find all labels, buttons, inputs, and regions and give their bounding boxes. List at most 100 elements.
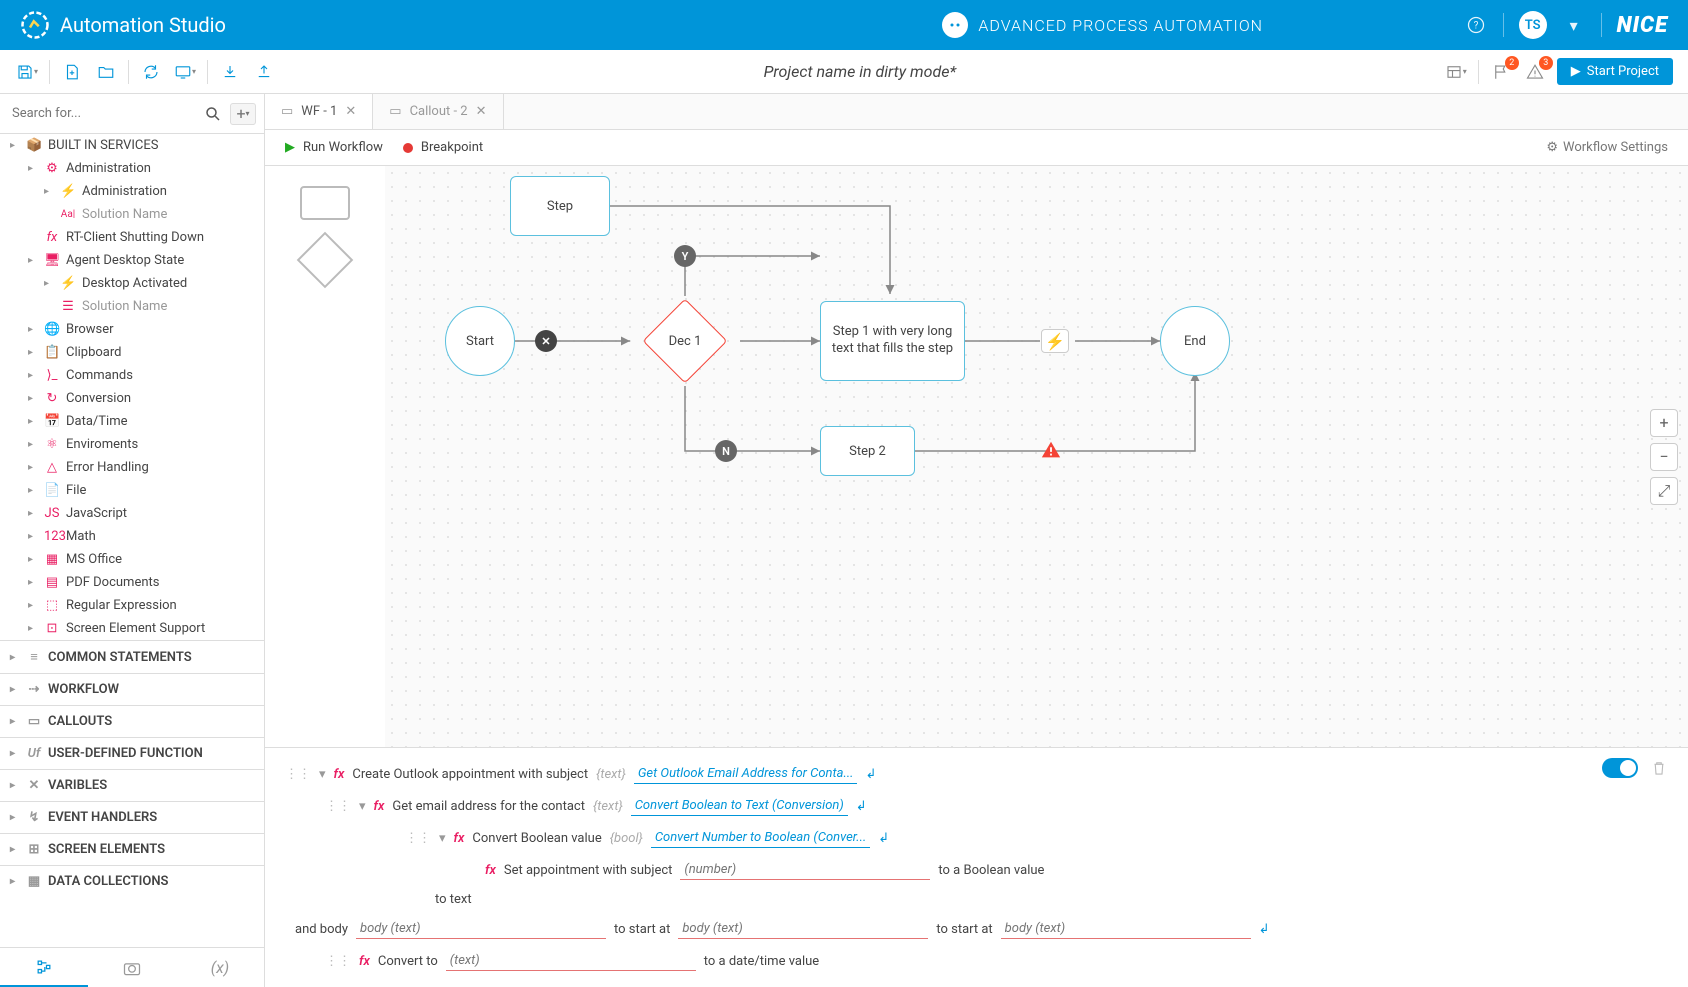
layout-icon[interactable]: ▾: [1444, 60, 1468, 84]
sidebar-tab-variable-icon[interactable]: (x): [176, 948, 264, 987]
zoom-out-button[interactable]: −: [1650, 443, 1678, 471]
tree-rt-client[interactable]: fxRT-Client Shutting Down: [0, 226, 264, 249]
tab-callout-2[interactable]: ▭ Callout - 2 ✕: [373, 94, 503, 129]
expr-link[interactable]: Convert Boolean to Text (Conversion): [631, 796, 848, 816]
node-dec-1[interactable]: Dec 1: [640, 296, 730, 386]
tree-workflow[interactable]: ▸⇢WORKFLOW: [0, 673, 264, 705]
tree-udf[interactable]: ▸UfUSER-DEFINED FUNCTION: [0, 737, 264, 769]
tree-solution-name-2[interactable]: ☰Solution Name: [0, 295, 264, 318]
palette-rect-shape[interactable]: [300, 186, 350, 220]
tree-solution-name[interactable]: Aa|Solution Name: [0, 203, 264, 226]
flag-icon[interactable]: [1489, 60, 1513, 84]
return-icon[interactable]: ↲: [878, 831, 889, 846]
user-avatar[interactable]: TS: [1519, 11, 1547, 39]
expr-link[interactable]: Get Outlook Email Address for Conta...: [634, 764, 858, 784]
project-name: Project name in dirty mode*: [276, 62, 1444, 81]
start-project-button[interactable]: ▶Start Project: [1557, 58, 1673, 85]
breakpoint-button[interactable]: Breakpoint: [403, 140, 483, 155]
tree-pdf[interactable]: ▸▤PDF Documents: [0, 571, 264, 594]
upload-icon[interactable]: [252, 60, 276, 84]
tree-event-handlers[interactable]: ▸↯EVENT HANDLERS: [0, 801, 264, 833]
tree-ms-office[interactable]: ▸▦MS Office: [0, 548, 264, 571]
node-bolt-icon[interactable]: ⚡: [1041, 329, 1069, 353]
tree-javascript[interactable]: ▸JSJavaScript: [0, 502, 264, 525]
tree-error-handling[interactable]: ▸△Error Handling: [0, 456, 264, 479]
document-tabs: ▭ WF - 1 ✕ ▭ Callout - 2 ✕: [265, 94, 1688, 130]
alert-icon[interactable]: [1523, 60, 1547, 84]
tab-wf-1[interactable]: ▭ WF - 1 ✕: [265, 94, 373, 129]
main-toolbar: ▾ ▾ Project name in dirty mode* ▾ ▶Start…: [0, 50, 1688, 94]
return-icon[interactable]: ↲: [865, 767, 876, 782]
expand-icon[interactable]: ▾: [359, 799, 366, 814]
close-icon[interactable]: ✕: [476, 104, 487, 119]
folder-icon[interactable]: [94, 60, 118, 84]
tree-administration[interactable]: ▸⚙Administration: [0, 157, 264, 180]
tree-math[interactable]: ▸123Math: [0, 525, 264, 548]
app-header: Automation Studio ADVANCED PROCESS AUTOM…: [0, 0, 1688, 50]
node-start[interactable]: Start: [445, 306, 515, 376]
fullscreen-button[interactable]: ⤢: [1650, 477, 1678, 505]
refresh-icon[interactable]: [139, 60, 163, 84]
help-icon[interactable]: ?: [1464, 13, 1488, 37]
tree-administration-child[interactable]: ▸⚡Administration: [0, 180, 264, 203]
drag-handle-icon[interactable]: ⋮⋮: [285, 767, 311, 782]
delete-icon[interactable]: [1650, 759, 1668, 777]
node-step-1[interactable]: Step 1 with very long text that fills th…: [820, 301, 965, 381]
tree-screen-element-support[interactable]: ▸⊡Screen Element Support: [0, 617, 264, 640]
tree-datetime[interactable]: ▸📅Data/Time: [0, 410, 264, 433]
window-icon: ▭: [281, 104, 293, 119]
tree-common-statements[interactable]: ▸≡COMMON STATEMENTS: [0, 640, 264, 673]
tree-variables[interactable]: ▸✕VARIBLES: [0, 769, 264, 801]
search-input[interactable]: [8, 102, 196, 125]
tree-commands[interactable]: ▸⟩_Commands: [0, 364, 264, 387]
expand-icon[interactable]: ▾: [439, 831, 446, 846]
expand-icon[interactable]: ▾: [319, 767, 326, 782]
node-step[interactable]: Step: [510, 176, 610, 236]
tree-conversion[interactable]: ▸↻Conversion: [0, 387, 264, 410]
new-file-icon[interactable]: [60, 60, 84, 84]
node-end[interactable]: End: [1160, 306, 1230, 376]
tree-regex[interactable]: ▸⬚Regular Expression: [0, 594, 264, 617]
tree-built-in-services[interactable]: ▸📦BUILT IN SERVICES: [0, 134, 264, 157]
tree-agent-desktop[interactable]: ▸🖥Agent Desktop State: [0, 249, 264, 272]
expression-toggle[interactable]: [1602, 758, 1638, 778]
tree-desktop-activated[interactable]: ▸⚡Desktop Activated: [0, 272, 264, 295]
connector-close-icon[interactable]: ✕: [535, 330, 557, 352]
expr-input[interactable]: [680, 860, 930, 880]
tree-callouts[interactable]: ▸▭CALLOUTS: [0, 705, 264, 737]
tree-environments[interactable]: ▸⚛Enviroments: [0, 433, 264, 456]
tree-screen-elements[interactable]: ▸⊞SCREEN ELEMENTS: [0, 833, 264, 865]
drag-handle-icon[interactable]: ⋮⋮: [325, 954, 351, 969]
search-icon[interactable]: [204, 105, 222, 123]
node-step-2[interactable]: Step 2: [820, 426, 915, 476]
download-icon[interactable]: [218, 60, 242, 84]
drag-handle-icon[interactable]: ⋮⋮: [325, 799, 351, 814]
gear-icon: ⚙: [1546, 140, 1558, 155]
save-icon[interactable]: ▾: [15, 60, 39, 84]
workflow-settings-button[interactable]: ⚙Workflow Settings: [1546, 140, 1668, 155]
header-subtitle: ADVANCED PROCESS AUTOMATION: [978, 16, 1263, 35]
expr-row: and body to start at to start at ↲: [265, 913, 1688, 945]
tree-browser[interactable]: ▸🌐Browser: [0, 318, 264, 341]
close-icon[interactable]: ✕: [345, 104, 356, 119]
workflow-canvas[interactable]: Start ✕ Step Dec 1 Y N Step 1 with very …: [385, 166, 1688, 747]
add-button[interactable]: +▾: [230, 103, 256, 125]
display-icon[interactable]: ▾: [173, 60, 197, 84]
expr-input-start1[interactable]: [678, 919, 928, 939]
zoom-in-button[interactable]: +: [1650, 409, 1678, 437]
return-icon[interactable]: ↲: [1259, 922, 1270, 937]
tree-clipboard[interactable]: ▸📋Clipboard: [0, 341, 264, 364]
user-menu-chevron-icon[interactable]: ▾: [1562, 13, 1586, 37]
sidebar-tab-tree-icon[interactable]: [0, 948, 88, 987]
expr-input-body[interactable]: [356, 919, 606, 939]
expr-input-convert[interactable]: [446, 951, 696, 971]
tree-data-collections[interactable]: ▸▦DATA COLLECTIONS: [0, 865, 264, 897]
sidebar-tab-camera-icon[interactable]: [88, 948, 176, 987]
return-icon[interactable]: ↲: [856, 799, 867, 814]
tree-file[interactable]: ▸📄File: [0, 479, 264, 502]
expr-link[interactable]: Convert Number to Boolean (Conver...: [651, 828, 870, 848]
palette-diamond-shape[interactable]: [297, 232, 354, 289]
expr-input-start2[interactable]: [1001, 919, 1251, 939]
drag-handle-icon[interactable]: ⋮⋮: [405, 831, 431, 846]
run-workflow-button[interactable]: ▶Run Workflow: [285, 140, 383, 155]
